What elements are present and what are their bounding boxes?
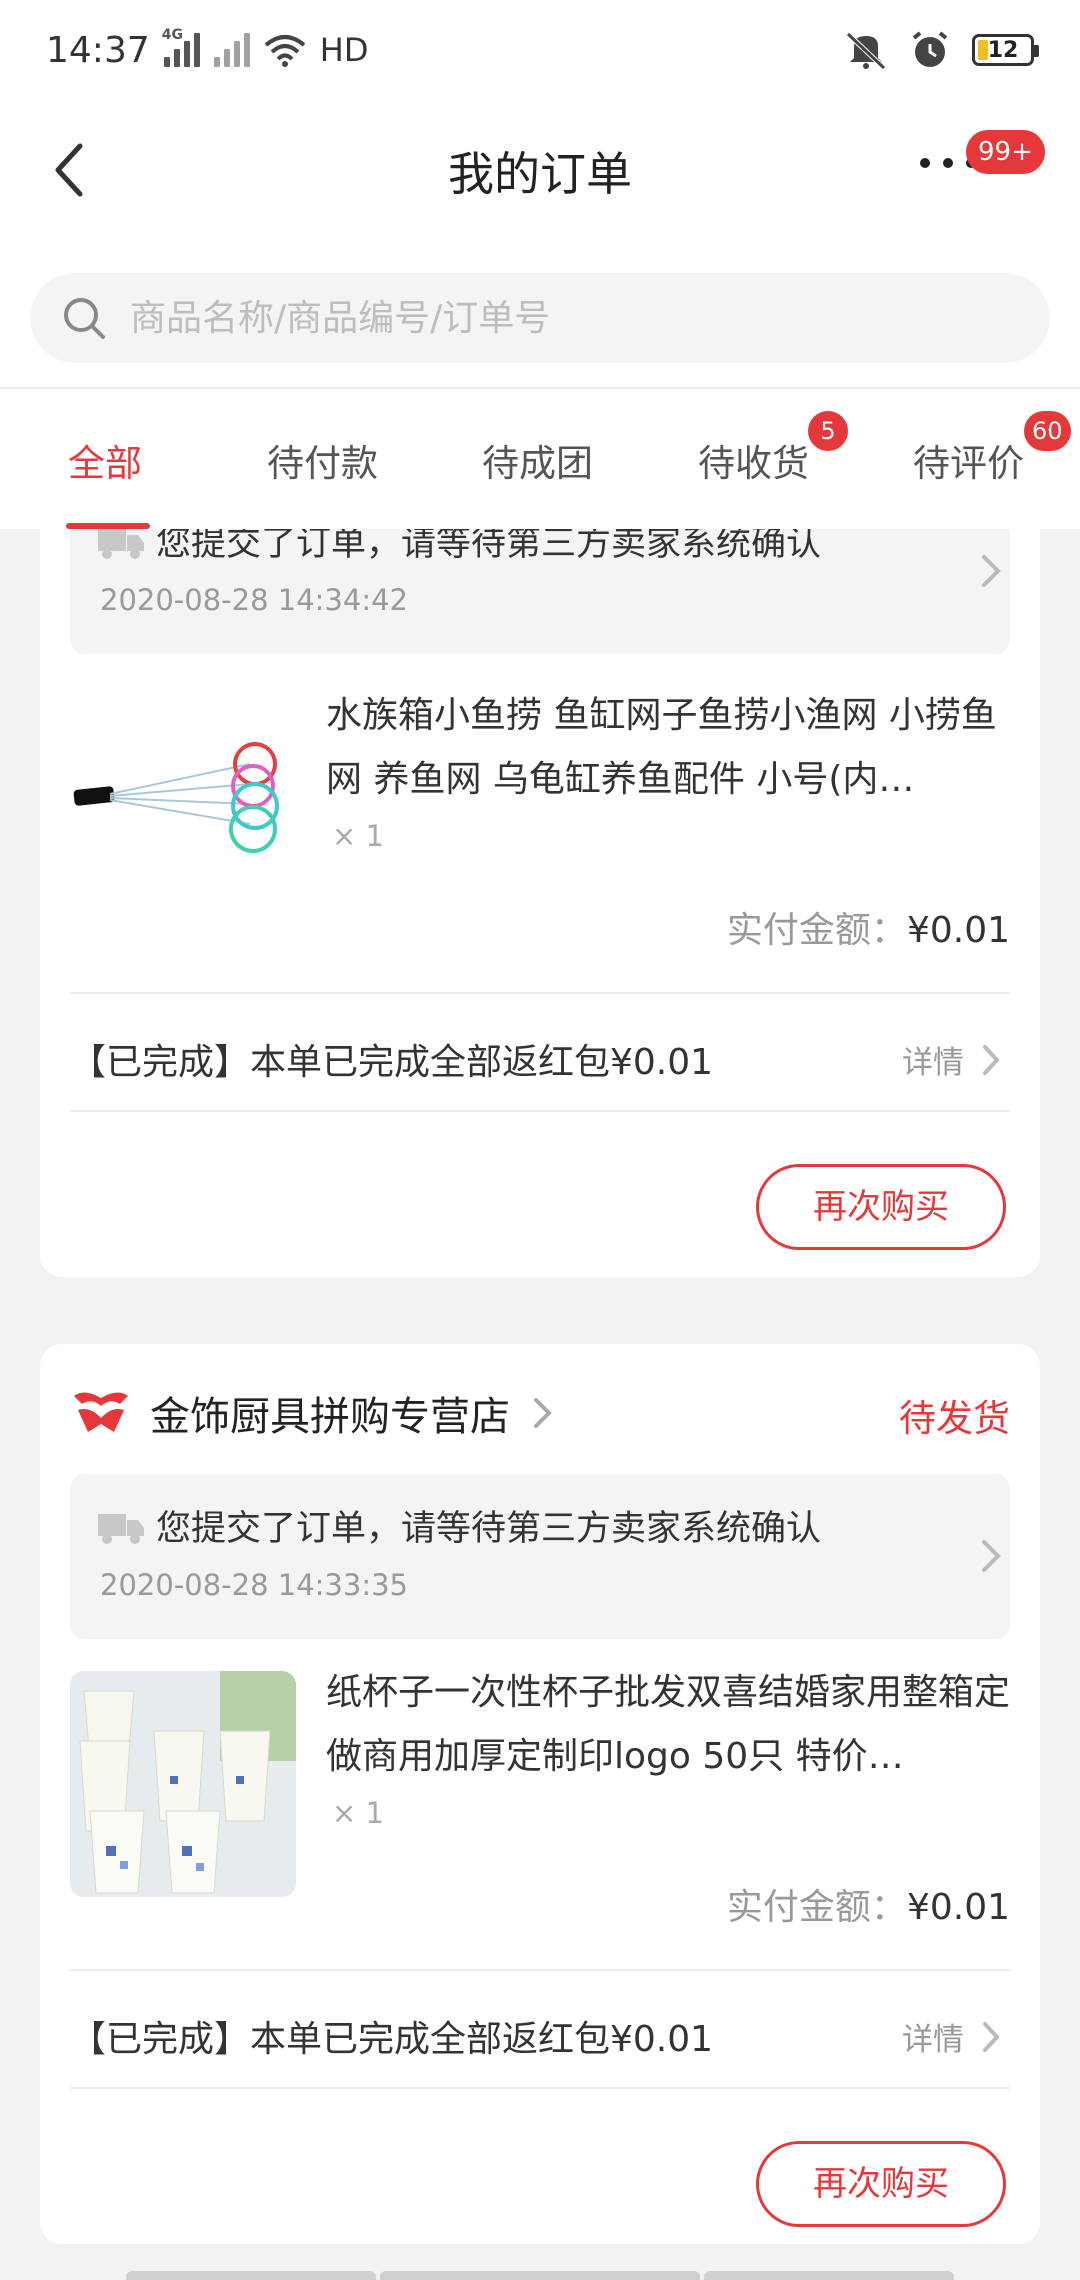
detail-label: 详情 — [902, 1045, 964, 1081]
wifi-icon — [264, 35, 306, 67]
paid-value: ¥0.01 — [906, 1887, 1010, 1928]
logistics-text: 您提交了订单，请等待第三方卖家系统确认 — [156, 529, 822, 564]
product-image[interactable] — [70, 694, 296, 920]
tab-pending-payment[interactable]: 待付款 — [267, 433, 378, 487]
search-input[interactable] — [130, 297, 930, 339]
search-box[interactable] — [30, 273, 1050, 363]
order-tabs: 全部 待付款 待成团 待收货 5 待评价 60 — [0, 387, 1080, 529]
buy-again-button[interactable]: 再次购买 — [756, 1164, 1006, 1250]
divider — [70, 2087, 1010, 2089]
page-title: 我的订单 — [448, 147, 632, 201]
paid-value: ¥0.01 — [906, 910, 1010, 951]
product-name[interactable]: 纸杯子一次性杯子批发双喜结婚家用整箱定做商用加厚定制印logo 50只 特价… — [326, 1661, 1016, 1789]
logistics-time: 2020-08-28 14:33:35 — [100, 1568, 408, 1602]
logistics-text: 您提交了订单，请等待第三方卖家系统确认 — [156, 1509, 822, 1549]
logistics-status[interactable]: 您提交了订单，请等待第三方卖家系统确认 2020-08-28 14:34:42 — [70, 529, 1010, 654]
pending-receipt-badge: 5 — [808, 411, 848, 451]
next-card-edge — [380, 2271, 700, 2280]
product-name[interactable]: 水族箱小鱼捞 鱼缸网子鱼捞小渔网 小捞鱼网 养鱼网 乌龟缸养鱼配件 小号(内… — [326, 684, 1016, 812]
logistics-status[interactable]: 您提交了订单，请等待第三方卖家系统确认 2020-08-28 14:33:35 — [70, 1474, 1010, 1639]
cellular-signal-icon: 4G — [162, 27, 200, 67]
rebate-text: 【已完成】本单已完成全部返红包¥0.01 — [70, 2019, 714, 2060]
paid-label: 实付金额： — [726, 1887, 907, 1928]
truck-icon — [98, 1514, 144, 1544]
message-count-badge: 99+ — [966, 130, 1045, 174]
cellular-signal-2-icon — [213, 33, 250, 67]
mute-icon — [846, 32, 886, 70]
search-icon — [64, 298, 105, 339]
logistics-time: 2020-08-28 14:34:42 — [100, 583, 408, 617]
more-dot-icon — [920, 158, 930, 168]
paper-cups-image — [70, 1671, 296, 1897]
order-status: 待发货 — [899, 1397, 1010, 1440]
shop-logo-icon — [74, 1392, 128, 1432]
chevron-right-icon — [983, 2021, 1000, 2052]
chevron-right-icon — [982, 555, 1001, 587]
status-bar: 14:37 4G HD 12 — [0, 0, 1080, 100]
next-card-edge — [704, 2271, 954, 2280]
hd-label: HD — [319, 31, 369, 69]
buy-again-button[interactable]: 再次购买 — [756, 2141, 1006, 2227]
divider — [70, 992, 1010, 994]
rebate-text: 【已完成】本单已完成全部返红包¥0.01 — [70, 1042, 714, 1083]
tab-pending-receipt[interactable]: 待收货 — [698, 433, 809, 487]
status-time: 14:37 — [46, 29, 150, 71]
alarm-icon — [912, 31, 948, 67]
tab-pending-review[interactable]: 待评价 — [913, 433, 1024, 487]
divider — [70, 1969, 1010, 1971]
shop-name: 金饰厨具拼购专营店 — [150, 1394, 510, 1440]
detail-link[interactable]: 详情 — [902, 1037, 1000, 1082]
chevron-right-icon — [983, 1044, 1000, 1075]
detail-link[interactable]: 详情 — [902, 2014, 1000, 2059]
search-bar — [0, 235, 1080, 387]
pending-review-badge: 60 — [1024, 411, 1071, 451]
order-card[interactable]: 您提交了订单，请等待第三方卖家系统确认 2020-08-28 14:34:42 … — [40, 529, 1040, 1277]
divider — [70, 1110, 1010, 1112]
shop-link[interactable]: 金饰厨具拼购专营店 — [70, 1384, 554, 1442]
battery-icon: 12 — [972, 34, 1039, 66]
tab-all[interactable]: 全部 — [68, 433, 142, 487]
truck-icon — [98, 529, 144, 559]
product-quantity: × 1 — [332, 1796, 384, 1830]
chevron-right-icon — [534, 1398, 552, 1428]
fishing-net-image — [73, 742, 279, 853]
product-quantity: × 1 — [332, 819, 384, 853]
product-image[interactable] — [70, 1671, 296, 1897]
paid-amount: 实付金额：¥0.01 — [727, 1878, 1010, 1930]
paid-label: 实付金额： — [726, 910, 907, 951]
order-card[interactable]: 金饰厨具拼购专营店 待发货 您提交了订单，请等待第三方卖家系统确认 2020-0… — [40, 1344, 1040, 2244]
order-list: 您提交了订单，请等待第三方卖家系统确认 2020-08-28 14:34:42 … — [0, 529, 1080, 2280]
tab-pending-group[interactable]: 待成团 — [482, 433, 593, 487]
next-card-edge — [126, 2271, 376, 2280]
detail-label: 详情 — [902, 2022, 964, 2058]
paid-amount: 实付金额：¥0.01 — [727, 901, 1010, 953]
more-dot-icon — [943, 158, 953, 168]
nav-bar: 我的订单 99+ — [0, 100, 1080, 235]
chevron-right-icon — [982, 1540, 1001, 1572]
